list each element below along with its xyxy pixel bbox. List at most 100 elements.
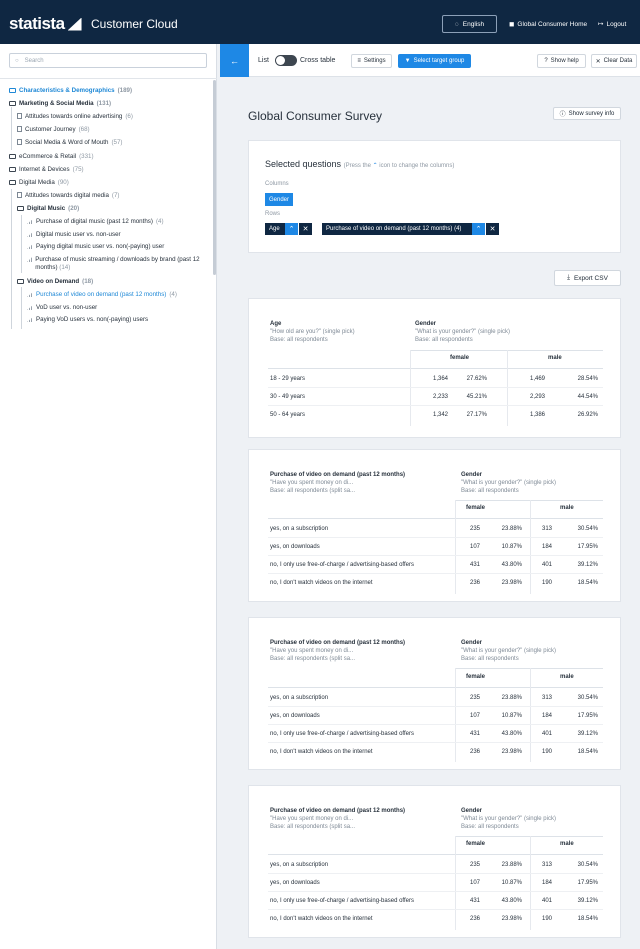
item-label: Internet & Devices xyxy=(19,166,70,173)
row-label: yes, on a subscription xyxy=(270,862,329,868)
export-csv-button[interactable]: ⤓ Export CSV xyxy=(554,270,621,286)
rows-label: Rows xyxy=(265,211,281,217)
close-icon: ✕ xyxy=(489,226,496,233)
sidebar-item-attitudes-digital-media[interactable]: Attitudes towards digital media (7) xyxy=(17,192,119,200)
item-count: (4) xyxy=(155,218,164,225)
sidebar-item-characteristics[interactable]: Characteristics & Demographics (189) xyxy=(9,87,132,95)
collapse-sidebar-button[interactable]: ← xyxy=(220,44,249,77)
hint-after: icon to change the columns) xyxy=(379,163,455,169)
male-count: 313 xyxy=(541,695,552,701)
sliders-icon: ≡ xyxy=(357,58,361,64)
sidebar-item-vod-user[interactable]: VoD user vs. non-user xyxy=(27,304,97,312)
item-count: (6) xyxy=(125,113,133,120)
row-divider xyxy=(268,537,603,538)
sidebar-item-purchase-digital-music[interactable]: Purchase of digital music (past 12 month… xyxy=(27,218,164,226)
columns-label: Columns xyxy=(265,181,289,187)
sidebar-item-social-media[interactable]: Social Media & Word of Mouth (57) xyxy=(17,139,122,147)
cross-table-label: Cross table xyxy=(300,57,336,64)
sidebar-item-music-streaming-brand[interactable]: Purchase of music streaming / downloads … xyxy=(27,256,209,272)
male-count: 184 xyxy=(541,544,552,550)
male-percent: 18.54% xyxy=(577,916,598,922)
male-count: 2,293 xyxy=(529,394,545,400)
item-label: Characteristics & Demographics xyxy=(19,87,115,94)
row-chip-age[interactable]: Age xyxy=(265,223,285,235)
sidebar-item-paying-digital-music[interactable]: Paying digital music user vs. non(-payin… xyxy=(27,243,164,251)
search-input[interactable]: ○ Search xyxy=(9,53,207,68)
move-to-columns-button[interactable]: ⌃ xyxy=(285,223,298,235)
selected-title-text: Selected questions xyxy=(265,159,342,169)
globe-icon: ◌ xyxy=(454,20,459,28)
sidebar-item-ecommerce[interactable]: eCommerce & Retail (331) xyxy=(9,153,94,161)
sidebar-item-digital-media[interactable]: Digital Media (90) xyxy=(9,179,69,187)
male-count: 401 xyxy=(541,898,552,904)
row-label: no, I don't watch videos on the internet xyxy=(270,916,373,922)
column-chip-gender[interactable]: Gender xyxy=(265,193,294,206)
item-label: Purchase of video on demand (past 12 mon… xyxy=(36,291,167,298)
global-consumer-home-link[interactable]: ◼ Global Consumer Home xyxy=(509,20,587,29)
row-divider xyxy=(268,742,603,743)
signal-icon xyxy=(27,244,33,249)
logo-text: statista xyxy=(9,14,65,33)
remove-row-button[interactable]: ✕ xyxy=(299,223,312,235)
sidebar-scrollbar[interactable] xyxy=(213,80,216,275)
sidebar-item-marketing[interactable]: Marketing & Social Media (131) xyxy=(9,100,111,108)
female-count: 236 xyxy=(469,749,480,755)
language-button[interactable]: ◌ English xyxy=(442,15,497,33)
settings-button[interactable]: ≡ Settings xyxy=(351,54,392,68)
logout-link[interactable]: ↦ Logout xyxy=(598,20,627,29)
male-percent: 28.54% xyxy=(577,376,598,382)
select-target-group-button[interactable]: ▼ Select target group xyxy=(398,54,471,68)
row-label: no, I only use free-of-charge / advertis… xyxy=(270,562,414,568)
remove-row-button[interactable]: ✕ xyxy=(486,223,499,235)
male-count: 1,386 xyxy=(529,412,545,418)
sidebar-item-paying-vod[interactable]: Paying VoD users vs. non(-paying) users xyxy=(27,316,148,324)
header-divider xyxy=(268,687,603,688)
tree-line xyxy=(11,189,12,329)
clear-data-button[interactable]: ✕ Clear Data xyxy=(591,54,637,68)
female-count: 236 xyxy=(469,916,480,922)
show-survey-info-button[interactable]: ⓘ Show survey info xyxy=(553,107,621,120)
row-question-text: "Have you spent money on di... xyxy=(270,816,354,822)
female-percent: 45.21% xyxy=(466,394,487,400)
statista-logo[interactable]: statista xyxy=(9,14,82,34)
move-to-columns-button[interactable]: ⌃ xyxy=(472,223,485,235)
logout-label: Logout xyxy=(606,20,627,28)
list-label: List xyxy=(258,57,269,64)
sidebar-item-internet-devices[interactable]: Internet & Devices (75) xyxy=(9,166,84,174)
column-question-text: "What is your gender?" (single pick) xyxy=(461,816,556,822)
row-question-base: Base: all respondents (split sa... xyxy=(270,488,356,494)
sidebar-item-video-on-demand[interactable]: Video on Demand (18) xyxy=(17,278,93,286)
row-divider xyxy=(268,724,603,725)
item-label: Customer Journey xyxy=(25,126,76,133)
show-help-button[interactable]: ? Show help xyxy=(537,54,586,68)
male-percent: 17.95% xyxy=(577,880,598,886)
item-count: (131) xyxy=(96,100,112,107)
item-count: (68) xyxy=(78,126,90,133)
row-question-text: "Have you spent money on di... xyxy=(270,480,354,486)
document-icon xyxy=(17,126,22,132)
item-label: Purchase of digital music (past 12 month… xyxy=(36,218,153,225)
male-count: 190 xyxy=(541,916,552,922)
female-percent: 27.62% xyxy=(466,376,487,382)
male-count: 401 xyxy=(541,731,552,737)
sidebar-item-digital-music-user[interactable]: Digital music user vs. non-user xyxy=(27,231,121,239)
row-label: yes, on a subscription xyxy=(270,695,329,701)
male-percent: 18.54% xyxy=(577,749,598,755)
row-label: yes, on a subscription xyxy=(270,526,329,532)
sidebar-item-customer-journey[interactable]: Customer Journey (68) xyxy=(17,126,90,134)
column-question-base: Base: all respondents xyxy=(461,488,519,494)
header-divider xyxy=(268,368,603,369)
view-toggle[interactable] xyxy=(275,55,297,66)
sidebar-item-purchase-vod[interactable]: Purchase of video on demand (past 12 mon… xyxy=(27,291,177,299)
close-icon: ✕ xyxy=(302,226,309,233)
female-count: 107 xyxy=(469,880,480,886)
row-chip-vod[interactable]: Purchase of video on demand (past 12 mon… xyxy=(322,223,472,235)
male-percent: 39.12% xyxy=(577,562,598,568)
sidebar-item-digital-music[interactable]: Digital Music (20) xyxy=(17,205,79,213)
group-header-female: female xyxy=(466,841,486,847)
female-count: 431 xyxy=(469,898,480,904)
column-question-title: Gender xyxy=(461,640,483,646)
sidebar-item-online-advertising[interactable]: Attitudes towards online advertising (6) xyxy=(17,113,133,121)
column-question-text: "What is your gender?" (single pick) xyxy=(415,329,510,335)
document-icon xyxy=(17,139,22,145)
